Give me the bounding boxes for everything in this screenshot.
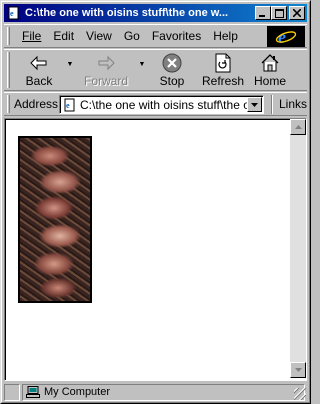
standard-toolbar: Back ▼ Forward ▼ Stop Refresh Home [4,49,307,91]
page-content [4,118,307,381]
status-bar: My Computer [4,383,307,401]
home-button[interactable]: Home [250,50,290,90]
menu-favorites[interactable]: Favorites [146,29,207,43]
back-arrow-icon [29,52,49,74]
status-progress-panel [4,383,20,401]
refresh-button[interactable]: Refresh [196,50,250,90]
vertical-scrollbar[interactable] [290,119,306,378]
refresh-icon [214,52,232,74]
scroll-down-button[interactable] [290,362,306,378]
forward-button[interactable]: Forward [76,50,136,90]
window-title: C:\the one with oisins stuff\the one w..… [25,7,229,19]
svg-text:e: e [66,101,70,110]
address-label: Address [14,97,59,111]
back-label: Back [25,74,53,88]
window-controls [255,6,305,20]
toolbar-grip[interactable] [7,52,10,88]
minimize-button[interactable] [255,6,271,20]
address-grip[interactable] [7,95,10,113]
back-button[interactable]: Back [14,50,64,90]
menu-edit[interactable]: Edit [47,29,80,43]
status-zone-text: My Computer [44,386,111,398]
home-label: Home [253,74,286,88]
forward-dropdown-button[interactable]: ▼ [136,61,148,68]
page-icon: e [6,5,22,21]
links-separator [271,95,273,114]
back-dropdown-button[interactable]: ▼ [64,61,76,68]
browser-window: e C:\the one with oisins stuff\the one w… [0,0,311,404]
address-value: C:\the one with oisins stuff\the on [80,97,257,112]
menu-items: File Edit View Go Favorites Help [16,29,244,43]
home-icon [260,52,280,74]
address-page-icon: e [63,98,77,112]
menu-edit-label: Edit [53,29,75,43]
forward-label: Forward [83,74,128,88]
stop-button[interactable]: Stop [148,50,196,90]
status-zone-panel: My Computer [22,383,305,401]
title-bar[interactable]: e C:\the one with oisins stuff\the one w… [4,4,307,22]
stop-label: Stop [159,74,185,88]
ie-logo-icon: e [267,26,305,47]
menu-bar: File Edit View Go Favorites Help e [4,24,307,48]
collage-image-pixels [20,138,90,301]
menu-favorites-label: Favorites [151,29,202,43]
address-input[interactable]: e C:\the one with oisins stuff\the on [59,95,264,114]
menu-file-label: File [22,29,42,43]
menu-go-label: Go [123,29,140,43]
menu-view-label: View [86,29,112,43]
address-dropdown-button[interactable] [247,97,262,112]
menu-go[interactable]: Go [118,29,146,43]
resize-grip[interactable] [294,388,306,400]
svg-text:e: e [10,9,14,18]
menu-help[interactable]: Help [207,29,244,43]
collage-image [18,136,92,303]
menu-help-label: Help [213,29,238,43]
menu-view[interactable]: View [80,29,118,43]
forward-arrow-icon [96,52,116,74]
stop-icon [162,52,182,74]
refresh-label: Refresh [201,74,245,88]
links-button[interactable]: Links [279,97,307,111]
close-button[interactable] [289,6,305,20]
menu-grip[interactable] [7,27,10,45]
computer-icon [26,386,40,398]
scroll-up-button[interactable] [290,119,306,135]
address-bar: Address e C:\the one with oisins stuff\t… [4,92,307,116]
menu-file[interactable]: File [16,29,47,43]
maximize-button[interactable] [271,6,287,20]
